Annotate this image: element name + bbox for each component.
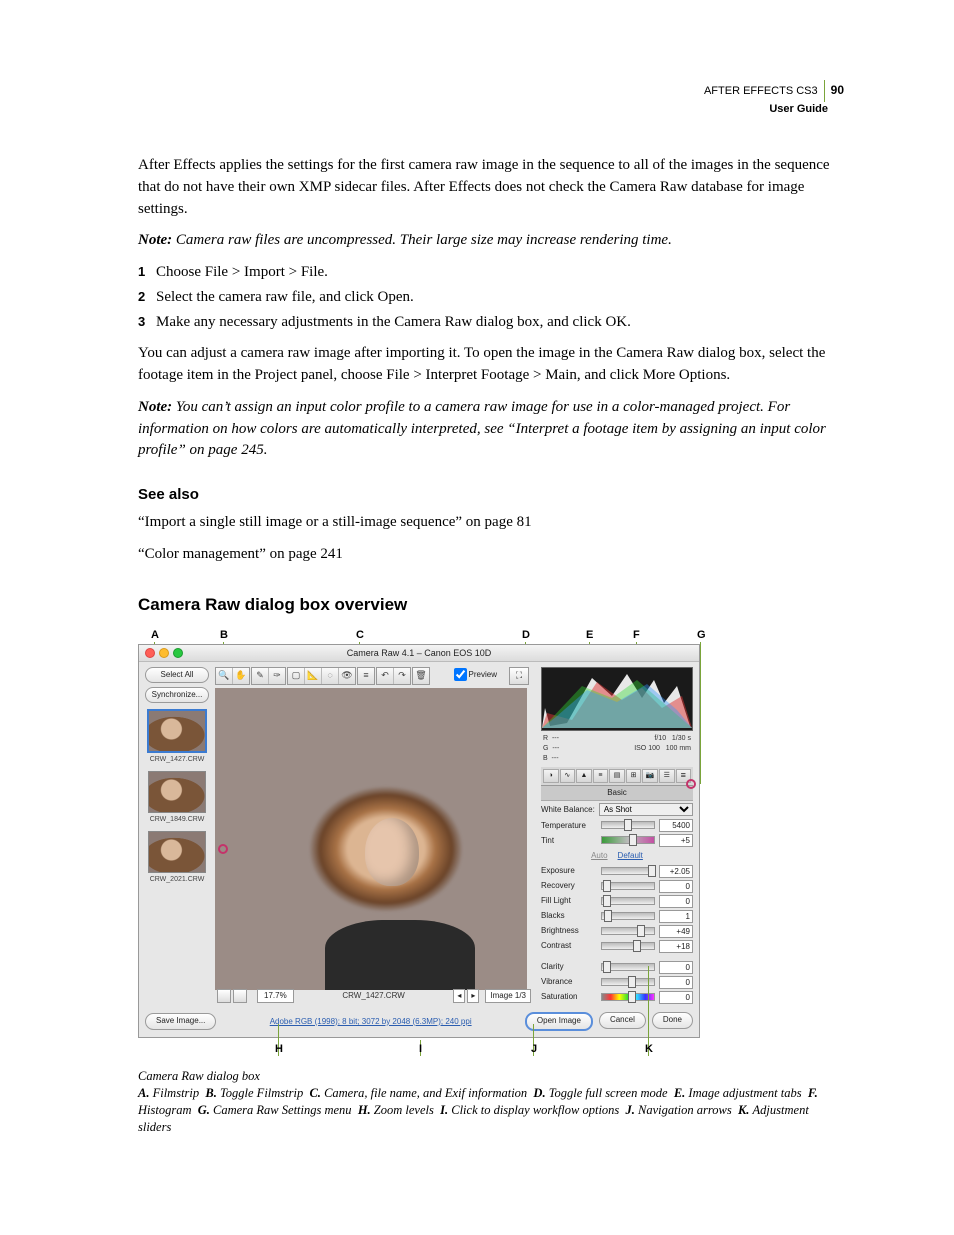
preview-checkbox[interactable]: Preview xyxy=(454,668,497,681)
zoom-tool-icon[interactable]: 🔍 xyxy=(216,668,233,684)
filmstrip-thumb[interactable] xyxy=(147,709,207,753)
tab-lens-icon[interactable]: ⊞ xyxy=(626,769,642,783)
slider-saturation[interactable]: Saturation0 xyxy=(541,990,693,1005)
tab-camera-icon[interactable]: 📷 xyxy=(642,769,658,783)
retouch-icon[interactable]: ◌ xyxy=(322,668,339,684)
zoom-in-icon[interactable] xyxy=(233,989,247,1003)
body-paragraph: After Effects applies the settings for t… xyxy=(138,155,844,220)
workflow-options-link[interactable]: Adobe RGB (1998); 8 bit; 3072 by 2048 (6… xyxy=(270,1016,472,1028)
filename-label: CRW_1427.CRW xyxy=(342,990,404,1002)
slider-recovery[interactable]: Recovery0 xyxy=(541,879,693,894)
default-link[interactable]: Default xyxy=(618,850,643,862)
figure: A B C D E F G Camer xyxy=(138,628,844,1136)
note: Note: You can’t assign an input color pr… xyxy=(138,397,844,462)
figure-caption: Camera Raw dialog box A. Filmstrip B. To… xyxy=(138,1068,844,1136)
see-also-heading: See also xyxy=(138,484,844,506)
tab-curve-icon[interactable]: ∿ xyxy=(560,769,576,783)
cross-reference[interactable]: “Color management” on page 241 xyxy=(138,544,844,566)
white-balance-select[interactable]: As Shot xyxy=(599,803,693,816)
done-button[interactable]: Done xyxy=(652,1012,693,1029)
hand-tool-icon[interactable]: ✋ xyxy=(233,668,249,684)
save-image-button[interactable]: Save Image... xyxy=(145,1013,216,1030)
slider-contrast[interactable]: Contrast+18 xyxy=(541,939,693,954)
prefs-icon[interactable]: ≡ xyxy=(358,668,374,684)
dialog-titlebar: Camera Raw 4.1 – Canon EOS 10D xyxy=(139,645,699,662)
slider-vibrance[interactable]: Vibrance0 xyxy=(541,975,693,990)
redeye-icon[interactable]: 👁 xyxy=(339,668,355,684)
image-preview[interactable] xyxy=(215,688,527,990)
cancel-button[interactable]: Cancel xyxy=(599,1012,646,1029)
image-counter: Image 1/3 xyxy=(485,989,531,1003)
body-paragraph: You can adjust a camera raw image after … xyxy=(138,343,844,387)
tab-basic-icon[interactable]: ◑ xyxy=(543,769,559,783)
synchronize-button[interactable]: Synchronize... xyxy=(145,687,209,703)
eyedropper-icon[interactable]: ✎ xyxy=(252,668,269,684)
open-image-button[interactable]: Open Image xyxy=(525,1012,593,1031)
rotate-cw-icon[interactable]: ↷ xyxy=(394,668,410,684)
rotate-ccw-icon[interactable]: ↶ xyxy=(377,668,394,684)
sampler-icon[interactable]: ✑ xyxy=(269,668,285,684)
slider-brightness[interactable]: Brightness+49 xyxy=(541,924,693,939)
auto-link[interactable]: Auto xyxy=(591,850,607,862)
tab-hsl-icon[interactable]: ≡ xyxy=(593,769,609,783)
tab-presets-icon[interactable]: ☰ xyxy=(659,769,675,783)
fullscreen-toggle-icon[interactable]: ⛶ xyxy=(509,667,529,685)
filmstrip-thumb[interactable] xyxy=(148,771,206,813)
zoom-out-icon[interactable] xyxy=(217,989,231,1003)
slider-tint[interactable]: Tint+5 xyxy=(541,833,693,848)
zoom-level[interactable]: 17.7% xyxy=(257,989,294,1003)
straighten-icon[interactable]: 📐 xyxy=(305,668,322,684)
slider-fill-light[interactable]: Fill Light0 xyxy=(541,894,693,909)
nav-prev-icon[interactable]: ◂ xyxy=(453,989,465,1003)
nav-next-icon[interactable]: ▸ xyxy=(467,989,479,1003)
filmstrip: Select All Synchronize... CRW_1427.CRW C… xyxy=(145,667,209,1007)
select-all-button[interactable]: Select All xyxy=(145,667,209,683)
exif-readout: R --- G --- B --- f/10 1/30 s ISO 100 10… xyxy=(541,731,693,767)
crop-icon[interactable]: ▢ xyxy=(288,668,305,684)
slider-clarity[interactable]: Clarity0 xyxy=(541,960,693,975)
running-header: AFTER EFFECTS CS390 User Guide xyxy=(704,80,844,116)
camera-raw-dialog: Camera Raw 4.1 – Canon EOS 10D Select Al… xyxy=(138,644,700,1038)
traffic-lights[interactable] xyxy=(145,648,183,658)
note: Note: Camera raw files are uncompressed.… xyxy=(138,230,844,252)
slider-blacks[interactable]: Blacks1 xyxy=(541,909,693,924)
tab-split-icon[interactable]: ▤ xyxy=(609,769,625,783)
trash-icon[interactable]: 🗑 xyxy=(413,668,429,684)
histogram xyxy=(541,667,693,731)
filmstrip-thumb[interactable] xyxy=(148,831,206,873)
adjustment-tabs: ◑ ∿ ▲ ≡ ▤ ⊞ 📷 ☰ ≡ xyxy=(541,767,693,786)
section-heading: Camera Raw dialog box overview xyxy=(138,593,844,618)
panel-title: Basic xyxy=(541,786,693,801)
slider-exposure[interactable]: Exposure+2.05 xyxy=(541,864,693,879)
numbered-steps: 1Choose File > Import > File. 2Select th… xyxy=(138,262,844,333)
tab-detail-icon[interactable]: ▲ xyxy=(576,769,592,783)
cross-reference[interactable]: “Import a single still image or a still-… xyxy=(138,512,844,534)
slider-temperature[interactable]: Temperature5400 xyxy=(541,818,693,833)
